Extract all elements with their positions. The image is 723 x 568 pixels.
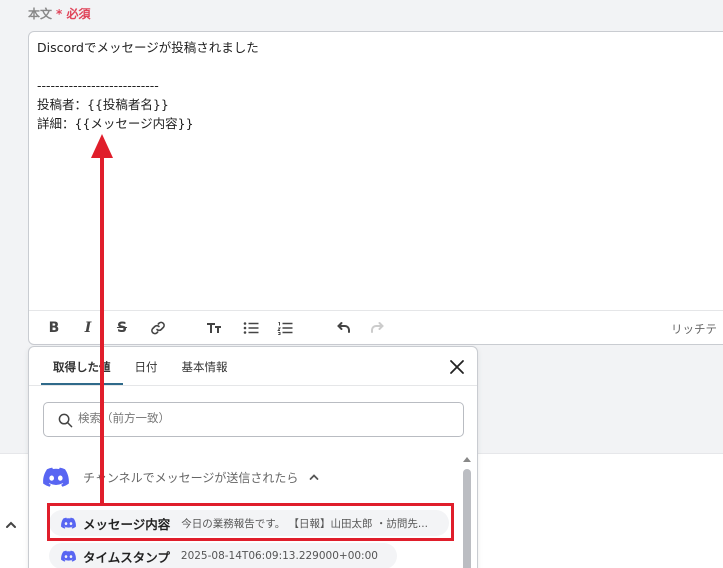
editor-line: 投稿者：{{投稿者名}} [37,97,169,112]
bullet-list-button[interactable] [242,320,260,336]
undo-button[interactable] [334,320,352,336]
italic-button[interactable]: I [79,320,97,336]
link-icon [151,321,165,335]
body-editor[interactable]: Discordでメッセージが投稿されました ------------------… [28,31,723,345]
editor-line: Discordでメッセージが投稿されました [37,40,259,55]
variable-value: 2025-08-14T06:09:13.229000+00:00 [180,550,378,562]
bullet-list-icon [243,322,259,334]
trigger-group-label: チャンネルでメッセージが送信されたら [83,470,299,485]
close-icon[interactable] [449,359,465,375]
body-label-text: 本文 [28,7,53,21]
scroll-up-arrow-icon[interactable] [463,455,471,463]
editor-toolbar: B I S リッチテ [29,310,723,344]
highlight-box [47,503,454,541]
tab-date[interactable]: 日付 [123,347,170,385]
tab-basic-info[interactable]: 基本情報 [170,347,240,385]
required-mark: * 必須 [56,7,91,21]
trigger-group-header[interactable]: チャンネルでメッセージが送信されたら [43,465,443,489]
tab-acquired-values[interactable]: 取得した値 [41,347,123,385]
editor-content[interactable]: Discordでメッセージが投稿されました ------------------… [37,38,259,133]
chevron-up-icon [310,474,319,480]
text-size-icon [207,323,221,333]
link-button[interactable] [149,320,167,336]
tabs-divider [29,385,477,386]
chevron-up-icon[interactable] [4,518,18,532]
picker-tabs: 取得した値 日付 基本情報 [41,347,240,385]
variable-name: タイムスタンプ [83,549,170,565]
search-icon [58,413,73,428]
redo-icon [371,322,384,333]
undo-icon [337,322,350,333]
redo-button[interactable] [369,320,387,336]
discord-icon [43,467,69,487]
text-size-button[interactable] [205,320,223,336]
rich-text-label[interactable]: リッチテ [671,321,717,337]
editor-line: 詳細：{{メッセージ内容}} [37,116,194,131]
editor-line: --------------------------- [37,78,159,93]
search-box[interactable] [43,402,464,437]
numbered-list-button[interactable] [276,320,294,336]
discord-icon [61,550,76,562]
required-text: 必須 [66,7,91,21]
body-field-label: 本文 * 必須 [28,5,90,22]
variable-item-timestamp[interactable]: タイムスタンプ 2025-08-14T06:09:13.229000+00:00 [49,543,397,568]
scrollbar-thumb[interactable] [463,469,471,568]
search-input[interactable] [78,411,438,425]
strikethrough-button[interactable]: S [113,320,131,336]
scrollbar[interactable] [463,455,471,568]
numbered-list-icon [277,322,293,335]
bold-button[interactable]: B [45,320,63,336]
